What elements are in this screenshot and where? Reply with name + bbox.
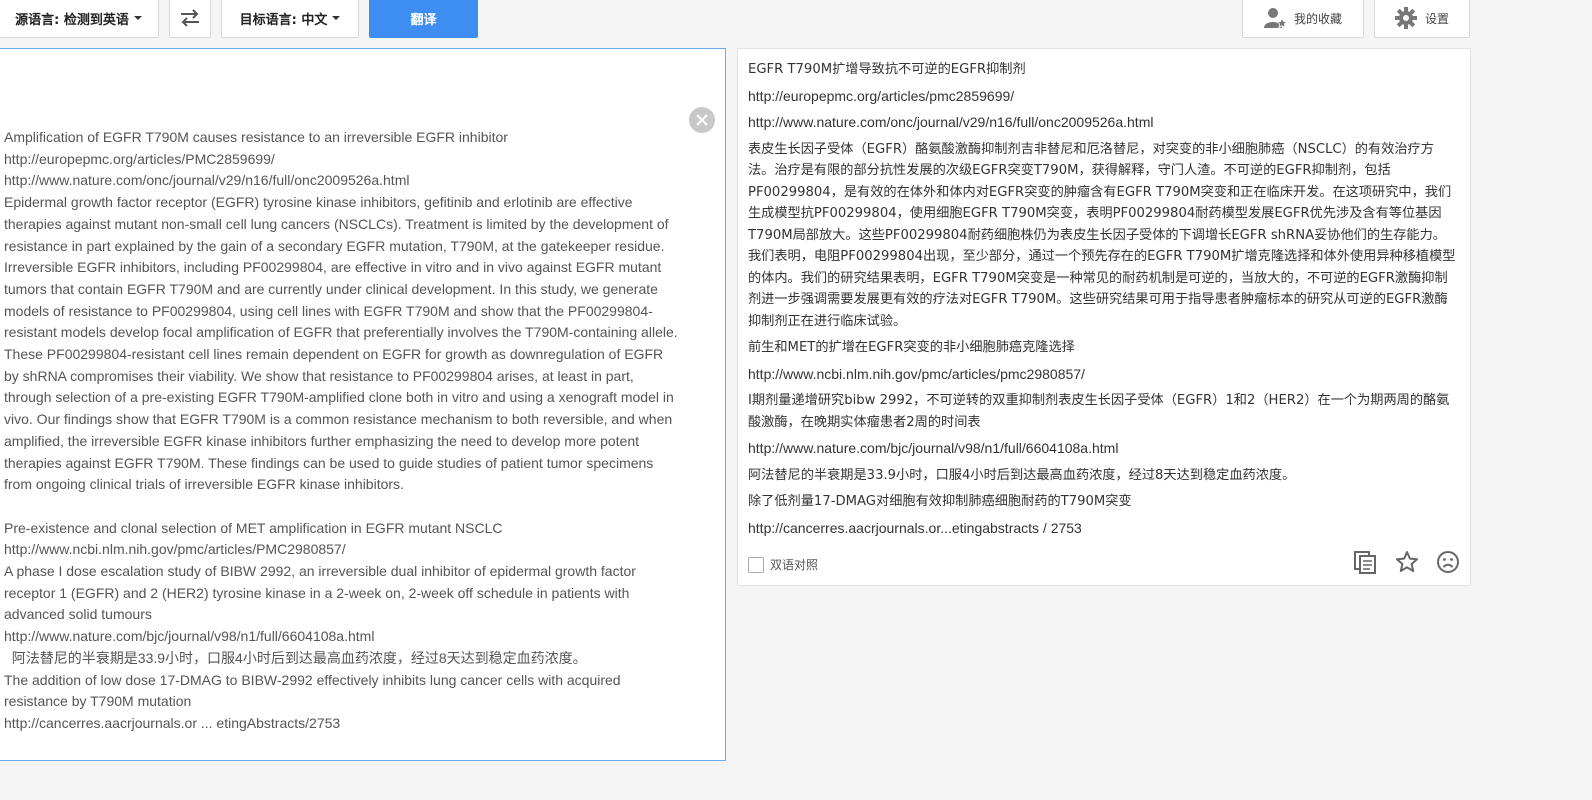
source-line: http://www.nature.com/onc/journal/v29/n1… (4, 172, 410, 189)
source-line: resistance by T790M mutation (4, 693, 192, 710)
source-line: A phase I dose escalation study of BIBW … (4, 563, 636, 580)
translation-text: EGFR T790M扩增导致抗不可逆的EGFR抑制剂 http://europep… (748, 59, 1458, 544)
settings-label: 设置 (1424, 11, 1449, 26)
source-line: http://www.nature.com/bjc/journal/v98/n1… (4, 628, 375, 645)
bilingual-toggle[interactable]: 双语对照 (748, 556, 818, 573)
swap-languages-button[interactable] (169, 0, 211, 38)
chevron-down-icon (332, 16, 341, 20)
close-icon (696, 114, 708, 126)
sad-face-icon (1437, 551, 1459, 573)
favorite-button[interactable] (1394, 549, 1420, 575)
user-star-icon (1263, 8, 1288, 29)
my-favorites-label: 我的收藏 (1293, 11, 1342, 26)
source-line: by shRNA compromises their viability. We… (4, 367, 634, 384)
source-line: amplified, the irreversible EGFR kinase … (4, 432, 639, 449)
swap-arrows-icon (181, 9, 199, 27)
source-language-dropdown[interactable]: 源语言: 检测到英语 (0, 0, 159, 38)
copy-icon (1354, 551, 1376, 574)
translation-paragraph: 除了低剂量17-DMAG对细胞有效抑制肺癌细胞耐药的T790M突变 (748, 494, 1132, 509)
source-text-input[interactable]: Amplification of EGFR T790M causes resis… (0, 48, 726, 761)
translation-paragraph: I期剂量递增研究bibw 2992，不可逆转的双重抑制剂表皮生长因子受体（EGF… (748, 393, 1450, 430)
target-language-label: 目标语言: 中文 (239, 12, 328, 28)
source-line: The addition of low dose 17-DMAG to BIBW… (4, 671, 621, 688)
source-line: These PF00299804-resistant cell lines re… (4, 346, 664, 363)
translation-paragraph: 阿法替尼的半衰期是33.9小时，口服4小时后到达最高血药浓度，经过8天达到稳定血… (748, 467, 1296, 483)
source-line: from ongoing clinical trials of irrevers… (4, 476, 404, 493)
settings-button[interactable]: 设置 (1374, 0, 1470, 38)
feedback-button[interactable] (1435, 549, 1461, 575)
translation-paragraph: EGFR T790M扩增导致抗不可逆的EGFR抑制剂 (748, 62, 1026, 77)
source-line: therapies against EGFR T790M. These find… (4, 454, 654, 471)
source-line: through selection of a pre-existing EGFR… (4, 389, 674, 406)
source-line: 阿法替尼的半衰期是33.9小时，口服4小时后到达最高血药浓度，经过8天达到稳定血… (4, 649, 587, 666)
copy-button[interactable] (1352, 549, 1378, 575)
source-text[interactable]: Amplification of EGFR T790M causes resis… (4, 127, 694, 735)
source-line: Epidermal growth factor receptor (EGFR) … (4, 194, 633, 211)
star-icon (1396, 551, 1418, 572)
translation-paragraph: 前生和MET的扩增在EGFR突变的非小细胞肺癌克隆选择 (748, 340, 1075, 355)
translation-result-panel: EGFR T790M扩增导致抗不可逆的EGFR抑制剂 http://europep… (737, 48, 1471, 586)
source-line: Irreversible EGFR inhibitors, including … (4, 259, 662, 276)
source-line: tumors that contain EGFR T790M and are c… (4, 280, 658, 297)
source-line: vivo. Our findings show that EGFR T790M … (4, 411, 673, 428)
source-line: resistant models develop focal amplifica… (4, 324, 678, 341)
source-line: receptor 1 (EGFR) and 2 (HER2) tyrosine … (4, 584, 630, 601)
my-favorites-button[interactable]: 我的收藏 (1242, 0, 1364, 38)
source-line (4, 496, 694, 518)
chevron-down-icon (133, 16, 142, 20)
source-line: Amplification of EGFR T790M causes resis… (4, 129, 508, 145)
source-line: therapies against mutant non-small cell … (4, 215, 669, 232)
source-line: resistance in part explained by the gain… (4, 237, 665, 254)
source-line: Pre-existence and clonal selection of ME… (4, 519, 503, 536)
source-line: http://europepmc.org/articles/PMC2859699… (4, 150, 275, 167)
gear-icon (1394, 7, 1417, 29)
source-line: advanced solid tumours (4, 606, 152, 623)
source-line: models of resistance to PF00299804, usin… (4, 302, 653, 319)
source-language-label: 源语言: 检测到英语 (15, 12, 129, 28)
translation-link[interactable]: http://www.nature.com/bjc/journal/v98/n1… (748, 438, 1458, 460)
translation-link[interactable]: http://www.ncbi.nlm.nih.gov/pmc/articles… (748, 364, 1458, 386)
source-line: http://cancerres.aacrjournals.or ... eti… (4, 714, 341, 731)
translation-link[interactable]: http://europepmc.org/articles/pmc2859699… (748, 86, 1458, 108)
bilingual-label: 双语对照 (770, 558, 819, 572)
translation-link[interactable]: http://www.nature.com/onc/journal/v29/n1… (748, 112, 1458, 134)
bilingual-checkbox[interactable] (748, 556, 764, 573)
translation-link[interactable]: http://cancerres.aacrjournals.or...eting… (748, 518, 1458, 540)
target-language-dropdown[interactable]: 目标语言: 中文 (221, 0, 359, 38)
translate-button[interactable]: 翻译 (369, 0, 478, 38)
translation-paragraph: 表皮生长因子受体（EGFR）酪氨酸激酶抑制剂吉非替尼和厄洛替尼，对突变的非小细胞… (748, 141, 1456, 329)
source-line: http://www.ncbi.nlm.nih.gov/pmc/articles… (4, 541, 346, 558)
